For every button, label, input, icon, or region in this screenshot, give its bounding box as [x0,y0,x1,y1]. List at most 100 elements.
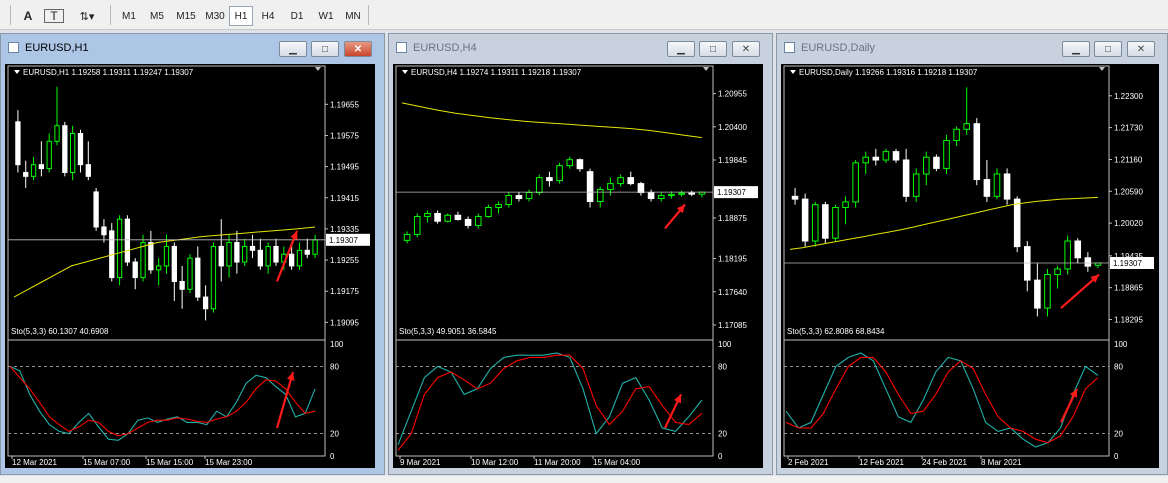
window-title: EURUSD,H1 [25,42,89,54]
date-axis-label: 24 Feb 2021 [922,458,967,467]
maximize-icon: □ [321,43,329,55]
date-axis-label: 15 Mar 23:00 [205,458,253,467]
window-titlebar[interactable]: EURUSD,H4 ▁ □ ✕ [389,34,772,62]
maximize-button[interactable]: □ [1094,41,1122,57]
close-icon: ✕ [353,43,363,55]
text-tool-button[interactable]: A [18,6,38,26]
bullish-candle [668,193,675,197]
chart-window-eurusd-h4[interactable]: EURUSD,H4 ▁ □ ✕ EURUSD,H4 1.19274 1.1931… [388,33,773,475]
maximize-button[interactable]: □ [699,41,727,57]
bearish-candle [933,156,940,169]
timeframe-mn-button[interactable]: MN [341,6,365,26]
current-price-label: 1.19307 [329,236,358,245]
chart-area[interactable]: EURUSD,H4 1.19274 1.19311 1.19218 1.1930… [393,64,763,468]
maximize-icon: □ [1104,43,1112,55]
close-button[interactable]: ✕ [1127,41,1155,57]
bearish-candle [902,159,910,197]
date-axis-label: 12 Feb 2021 [859,458,904,467]
arrows-tool-button[interactable]: ⇅▾ [72,6,102,26]
close-button[interactable]: ✕ [344,41,372,57]
bearish-candle [77,133,84,166]
bearish-candle [101,226,107,236]
bullish-candle [163,245,170,267]
bullish-candle [140,242,146,279]
window-title: EURUSD,H4 [413,42,477,54]
bullish-candle [444,214,452,222]
timeframe-d1-button[interactable]: D1 [285,6,309,26]
bullish-candle [842,201,849,208]
stochastic-level-label: 100 [330,340,344,349]
timeframe-w1-button[interactable]: W1 [314,6,338,26]
maximize-icon: □ [709,43,717,55]
chart-area[interactable]: EURUSD,H1 1.19258 1.19311 1.19247 1.1930… [5,64,375,468]
close-button[interactable]: ✕ [732,41,760,57]
text-label-tool-button[interactable]: T [44,9,64,23]
chart-menu-triangle-icon [790,70,796,74]
bullish-candle [566,159,574,167]
price-axis-label: 1.19575 [330,131,359,140]
chart-menu-triangle-icon [402,70,408,74]
chart-window-icon [396,42,407,53]
timeframe-m30-button[interactable]: M30 [201,6,229,26]
minimize-button[interactable]: ▁ [279,41,307,57]
bearish-candle [576,159,584,170]
bullish-candle [70,133,76,173]
bullish-candle [156,265,162,271]
bullish-candle [1054,268,1061,276]
timeframe-m15-button[interactable]: M15 [172,6,200,26]
bullish-candle [657,195,665,200]
bullish-candle [226,242,232,267]
timeframe-m5-button[interactable]: M5 [145,6,169,26]
minimize-button[interactable]: ▁ [667,41,695,57]
bearish-candle [234,242,240,263]
minimize-icon: ▁ [1072,43,1080,55]
date-axis-label: 15 Mar 07:00 [83,458,131,467]
chart-window-icon [8,42,19,53]
bearish-candle [1034,279,1041,309]
price-chart[interactable]: EURUSD,H1 1.19258 1.19311 1.19247 1.1930… [5,64,375,468]
price-axis-label: 1.18195 [718,255,747,264]
toolbar-separator [10,5,11,25]
window-titlebar[interactable]: EURUSD,H1 ▁ □ ✕ [1,34,384,62]
bullish-candle [535,177,543,194]
bullish-candle [265,245,271,267]
bullish-candle [474,215,482,226]
chart-menu-triangle-icon [14,70,20,74]
maximize-button[interactable]: □ [311,41,339,57]
bullish-candle [678,192,685,195]
price-chart[interactable]: EURUSD,Daily 1.19266 1.19316 1.19218 1.1… [781,64,1159,468]
arrows-icon: ⇅▾ [79,10,95,23]
bullish-candle [912,173,920,197]
stochastic-level-label: 20 [718,430,727,439]
bullish-candle [953,128,960,141]
chart-window-eurusd-h1[interactable]: EURUSD,H1 ▁ □ ✕ EURUSD,H1 1.19258 1.1931… [0,33,385,475]
bearish-candle [647,192,655,200]
minimize-button[interactable]: ▁ [1062,41,1090,57]
bullish-candle [993,173,1001,197]
timeframe-h4-button[interactable]: H4 [256,6,280,26]
stochastic-level-label: 100 [1114,340,1128,349]
bearish-candle [546,177,553,182]
price-axis-label: 1.19335 [330,225,359,234]
chart-window-icon [784,42,795,53]
bullish-candle [943,139,950,169]
date-axis-label: 12 Mar 2021 [12,458,57,467]
timeframe-h1-button[interactable]: H1 [229,6,253,26]
bearish-candle [434,212,441,222]
date-axis-label: 9 Mar 2021 [400,458,441,467]
bearish-candle [202,296,209,310]
window-titlebar[interactable]: EURUSD,Daily ▁ □ ✕ [777,34,1167,62]
chart-window-eurusd-daily[interactable]: EURUSD,Daily ▁ □ ✕ EURUSD,Daily 1.19266 … [776,33,1168,475]
bullish-candle [413,215,421,235]
chart-area[interactable]: EURUSD,Daily 1.19266 1.19316 1.19218 1.1… [781,64,1159,468]
chart-shift-triangle-icon [315,67,321,71]
stochastic-level-label: 80 [718,362,727,371]
stochastic-main-line [785,352,1099,448]
price-chart[interactable]: EURUSD,H4 1.19274 1.19311 1.19218 1.1930… [393,64,763,468]
stochastic-level-label: 20 [1114,430,1123,439]
bearish-candle [872,156,880,161]
stochastic-level-label: 0 [330,452,335,461]
price-axis-label: 1.18865 [1114,284,1143,293]
timeframe-m1-button[interactable]: M1 [117,6,141,26]
price-axis-label: 1.19415 [330,194,359,203]
